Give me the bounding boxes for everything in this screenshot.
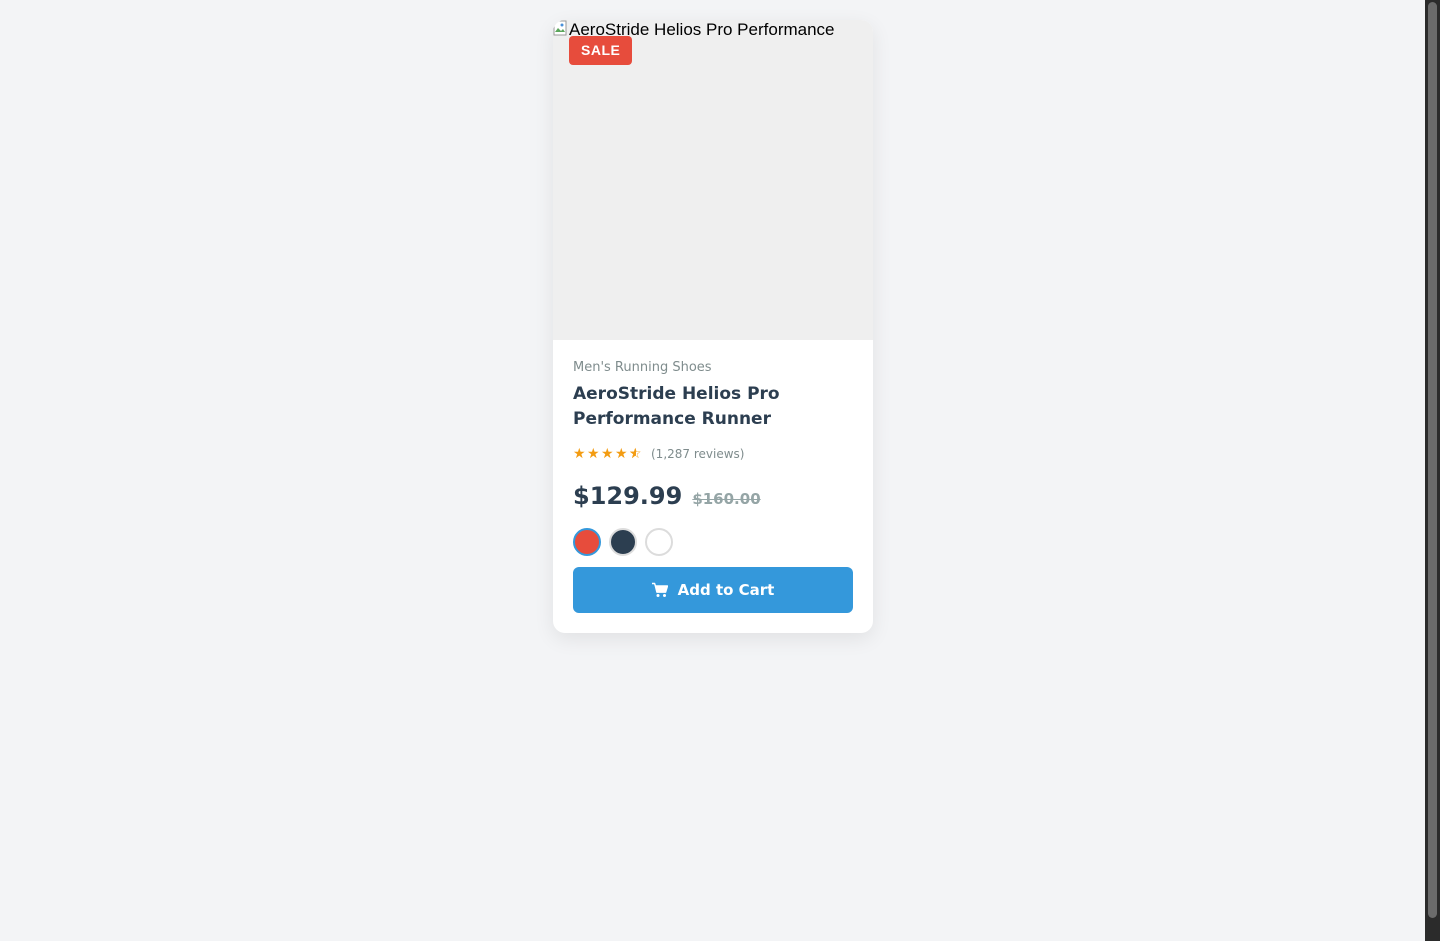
product-title[interactable]: AeroStride Helios Pro Performance Runner: [573, 382, 853, 432]
rating-row: ★ ★ ★ ★ ☆ ★ (1,287 reviews): [573, 446, 853, 462]
add-to-cart-label: Add to Cart: [677, 581, 775, 599]
cart-icon: [651, 582, 668, 597]
original-price: $160.00: [692, 490, 761, 508]
color-swatch-red[interactable]: [573, 528, 601, 556]
price-row: $129.99 $160.00: [573, 482, 853, 510]
review-count[interactable]: (1,287 reviews): [651, 447, 744, 461]
star-half-icon: ☆ ★: [629, 446, 642, 462]
scrollbar[interactable]: [1425, 0, 1440, 941]
star-full-icon: ★: [615, 446, 628, 462]
product-image[interactable]: AeroStride Helios Pro Performance Runner…: [553, 20, 873, 340]
product-card: AeroStride Helios Pro Performance Runner…: [553, 20, 873, 633]
star-half-fill: ★: [629, 447, 636, 461]
star-full-icon: ★: [601, 446, 614, 462]
product-category: Men's Running Shoes: [573, 360, 712, 375]
star-rating: ★ ★ ★ ★ ☆ ★: [573, 447, 643, 461]
broken-image-icon: [553, 20, 567, 36]
star-full-icon: ★: [573, 446, 586, 462]
color-swatch-navy[interactable]: [609, 528, 637, 556]
current-price: $129.99: [573, 482, 683, 510]
star-full-icon: ★: [587, 446, 600, 462]
page: AeroStride Helios Pro Performance Runner…: [0, 0, 1440, 941]
add-to-cart-button[interactable]: Add to Cart: [573, 567, 853, 613]
scrollbar-thumb[interactable]: [1428, 2, 1437, 918]
color-swatches: [573, 528, 853, 556]
color-swatch-white[interactable]: [645, 528, 673, 556]
sale-badge: SALE: [569, 36, 633, 65]
product-info: Men's Running Shoes AeroStride Helios Pr…: [573, 360, 853, 556]
